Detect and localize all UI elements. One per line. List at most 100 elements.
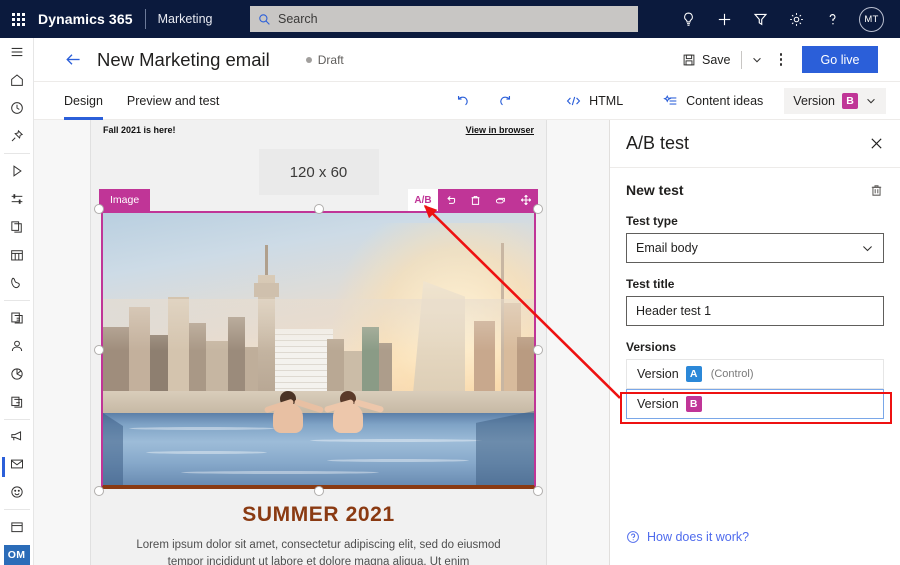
rail-divider: [3, 299, 30, 301]
redo-button[interactable]: [484, 82, 526, 120]
sidebar-item-campaign[interactable]: [0, 422, 34, 450]
sidebar-item-documents[interactable]: [0, 388, 34, 416]
tab-preview-and-test[interactable]: Preview and test: [127, 82, 219, 120]
app-name-label[interactable]: Marketing: [158, 12, 213, 26]
resize-handle-bottom-right[interactable]: [533, 486, 543, 496]
resize-handle-top-left[interactable]: [94, 204, 104, 214]
version-selector[interactable]: Version B: [784, 87, 886, 114]
status-badge: Draft: [305, 53, 344, 67]
test-name-label: New test: [626, 182, 684, 198]
resize-handle-bottom-left[interactable]: [94, 486, 104, 496]
versions-label: Versions: [626, 340, 677, 354]
save-options-chevron-down-icon[interactable]: [744, 48, 770, 72]
view-in-browser-link[interactable]: View in browser: [466, 125, 534, 135]
hero-image[interactable]: [101, 211, 536, 489]
ab-test-panel: A/B test New test Test type Email body T…: [610, 120, 900, 565]
sidebar-item-forms[interactable]: [0, 304, 34, 332]
back-arrow-icon[interactable]: [64, 50, 83, 69]
resize-handle-bottom-center[interactable]: [313, 486, 324, 496]
sidebar-item-pinned[interactable]: [0, 122, 34, 150]
html-button[interactable]: HTML: [552, 82, 636, 120]
sidebar-item-recent[interactable]: [0, 94, 34, 122]
version-badge-b: B: [685, 396, 702, 412]
undo-button[interactable]: [442, 82, 484, 120]
email-design-canvas[interactable]: Fall 2021 is here! View in browser 120 x…: [34, 120, 610, 565]
rail-divider: [3, 418, 30, 420]
tab-design[interactable]: Design: [64, 82, 103, 120]
how-does-it-work-label: How does it work?: [647, 530, 750, 544]
resize-handle-top-center[interactable]: [313, 204, 324, 214]
resize-handle-mid-left[interactable]: [94, 345, 104, 355]
sidebar-item-insights[interactable]: [0, 360, 34, 388]
sidebar-item-calendar[interactable]: [0, 241, 34, 269]
top-bar-icon-group: MT: [679, 0, 892, 38]
rail-divider: [3, 153, 30, 154]
help-icon[interactable]: [823, 10, 841, 28]
sidebar-item-pages[interactable]: [0, 213, 34, 241]
gear-icon[interactable]: [787, 10, 805, 28]
versions-list: Version A (Control) Version B: [626, 359, 884, 419]
undo-icon: [455, 93, 471, 109]
selection-type-label[interactable]: Image: [99, 189, 151, 211]
dynamics-365-marketing-email-designer: Dynamics 365 Marketing Search MT OM New …: [0, 0, 900, 565]
version-badge-b: B: [842, 92, 858, 109]
save-divider: [740, 50, 742, 69]
org-tile[interactable]: OM: [3, 545, 30, 565]
email-sheet: Fall 2021 is here! View in browser 120 x…: [90, 120, 547, 565]
email-body-text[interactable]: Lorem ipsum dolor sit amet, consectetur …: [91, 527, 546, 565]
plus-icon[interactable]: [715, 10, 733, 28]
version-row-a[interactable]: Version A (Control): [626, 359, 884, 389]
test-title-label: Test title: [626, 277, 675, 291]
avatar[interactable]: MT: [859, 6, 884, 32]
close-icon[interactable]: [869, 136, 884, 151]
sidebar-item-phone[interactable]: [0, 269, 34, 297]
tab-design-label: Design: [64, 93, 103, 108]
search-input[interactable]: Search: [250, 6, 638, 32]
logo-placeholder[interactable]: 120 x 60: [258, 149, 379, 195]
resize-handle-mid-right[interactable]: [533, 345, 543, 355]
version-badge-a: A: [685, 366, 702, 382]
brand-label[interactable]: Dynamics 365: [38, 11, 133, 27]
test-type-label: Test type: [626, 214, 678, 228]
sidebar-item-email[interactable]: [0, 450, 34, 478]
sidebar-item-hamburger-menu[interactable]: [0, 38, 34, 66]
designer-tab-bar: Design Preview and test HTML Content ide…: [34, 82, 900, 120]
atmospheric-haze: [103, 299, 534, 351]
search-placeholder: Search: [278, 12, 318, 26]
resize-handle-top-right[interactable]: [533, 204, 543, 214]
more-commands-button[interactable]: [770, 47, 793, 72]
duplicate-icon[interactable]: [488, 189, 513, 211]
hero-image-block[interactable]: Image A/B: [94, 189, 543, 496]
go-live-button[interactable]: Go live: [802, 46, 878, 73]
sidebar-item-home[interactable]: [0, 66, 34, 94]
ab-test-button[interactable]: A/B: [408, 189, 438, 211]
version-a-note: (Control): [710, 368, 754, 380]
help-circle-icon: [626, 530, 640, 544]
content-ideas-button[interactable]: Content ideas: [650, 82, 776, 120]
top-navigation-bar: Dynamics 365 Marketing Search MT: [0, 0, 900, 38]
page-title: New Marketing email: [97, 48, 270, 70]
sidebar-item-play[interactable]: [0, 157, 34, 185]
delete-icon[interactable]: [869, 183, 884, 198]
status-dot-icon: [305, 56, 312, 63]
test-name-row: New test: [626, 182, 884, 198]
sidebar-item-smiley[interactable]: [0, 478, 34, 506]
app-launcher-icon[interactable]: [0, 0, 36, 38]
sidebar-item-segments[interactable]: [0, 185, 34, 213]
test-type-select[interactable]: Email body: [626, 233, 884, 263]
filter-icon[interactable]: [751, 10, 769, 28]
undo-icon[interactable]: [438, 189, 463, 211]
test-title-input[interactable]: Header test 1: [626, 296, 884, 326]
sidebar-item-contacts[interactable]: [0, 332, 34, 360]
version-row-b[interactable]: Version B: [626, 389, 884, 419]
how-does-it-work-link[interactable]: How does it work?: [626, 530, 749, 544]
person-left: [263, 391, 324, 433]
brand-divider: [144, 9, 146, 29]
save-button[interactable]: Save: [674, 47, 739, 73]
chevron-down-icon: [861, 242, 874, 255]
lightbulb-icon[interactable]: [679, 10, 697, 28]
delete-icon[interactable]: [463, 189, 488, 211]
redo-icon: [497, 93, 513, 109]
panel-title: A/B test: [626, 133, 690, 153]
sidebar-item-date[interactable]: [0, 513, 34, 541]
